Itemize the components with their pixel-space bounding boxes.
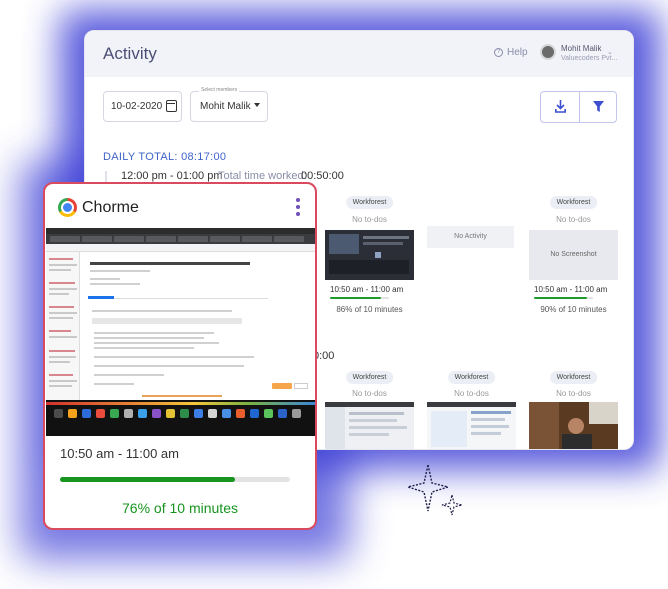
dock-app-icon (138, 409, 147, 418)
calendar-icon[interactable] (166, 100, 177, 112)
card-time-range: 10:50 am - 11:00 am (60, 446, 179, 461)
tile-todos: No to-dos (352, 389, 387, 398)
dock-app-icon (180, 409, 189, 418)
dock-app-icon (96, 409, 105, 418)
tile-time: 10:50 am - 11:00 am (330, 285, 404, 294)
download-icon (555, 100, 566, 113)
chevron-down-icon[interactable]: ⌄ (607, 48, 613, 56)
members-select[interactable]: Select members Mohit Malik (190, 87, 268, 122)
dock (46, 400, 315, 436)
card-progress (60, 477, 290, 482)
dock-app-icon (110, 409, 119, 418)
tile-time: 10:50 am - 11:00 am (534, 285, 608, 294)
tile-screenshot[interactable] (325, 230, 414, 280)
dock-app-icon (124, 409, 133, 418)
daily-total: DAILY TOTAL: 08:17:00 (103, 151, 227, 163)
page-title: Activity (103, 44, 157, 63)
screenshot-thumbnail (427, 402, 516, 449)
dock-app-icon (152, 409, 161, 418)
dock-app-icon (166, 409, 175, 418)
tile-app-badge: Workforest (549, 196, 598, 209)
avatar[interactable] (540, 44, 556, 60)
tile-screenshot[interactable] (529, 402, 618, 449)
help-label: Help (507, 47, 528, 58)
dock-stripe (46, 402, 315, 405)
dock-app-icon (54, 409, 63, 418)
dock-app-icon (292, 409, 301, 418)
screenshot-thumbnail (529, 402, 618, 449)
tile-screenshot[interactable]: No Screenshot (529, 230, 618, 280)
help-link[interactable]: ? Help (494, 47, 528, 58)
action-buttons (540, 91, 617, 123)
sparkle-icon (406, 464, 463, 516)
activity-tile[interactable]: Workforest No to-dos (325, 371, 414, 449)
tile-screenshot[interactable] (325, 402, 414, 449)
date-value: 10-02-2020 (111, 101, 163, 112)
user-name[interactable]: Mohit Malik (561, 44, 601, 53)
dock-app-icon (68, 409, 77, 418)
activity-tile[interactable]: Workforest No to-dos 10:50 am - 11:00 am… (325, 196, 414, 346)
no-activity-tile: No Activity (427, 226, 514, 248)
card-progress-fill (60, 477, 235, 482)
tile-app-badge: Workforest (345, 196, 394, 209)
tile-progress-fill (534, 297, 588, 299)
tile-app-badge: Workforest (345, 371, 394, 384)
dock-app-icon (194, 409, 203, 418)
tile-todos: No to-dos (556, 389, 591, 398)
activity-tile[interactable]: Workforest No to-dos (529, 371, 618, 449)
tile-progress (330, 297, 389, 299)
card-percent: 76% of 10 minutes (122, 500, 238, 516)
browser-tab-bar (46, 234, 315, 244)
dock-app-icon (264, 409, 273, 418)
tile-progress (534, 297, 593, 299)
members-value: Mohit Malik (200, 101, 251, 112)
activity-tile[interactable]: Workforest No to-dos (427, 371, 516, 449)
filter-icon (592, 101, 604, 112)
screenshot-main-pane (82, 252, 315, 400)
tile-app-badge: Workforest (549, 371, 598, 384)
screenshot-thumbnail (325, 402, 414, 449)
screenshot-sidebar (46, 252, 80, 400)
user-org: Valuecoders Pvt... (561, 55, 618, 62)
caret-down-icon (254, 103, 260, 107)
stage: Activity ? Help Mohit Malik Valuecoders … (0, 0, 668, 589)
tile-screenshot[interactable] (427, 402, 516, 449)
tile-progress-fill (330, 297, 381, 299)
activity-detail-card[interactable]: Chorme 10:50 am - 11:00 am 76% of 10 min… (43, 182, 317, 530)
activity-tile[interactable]: Workforest No to-dos No Screenshot 10:50… (529, 196, 618, 346)
tile-percent: 86% of 10 minutes (336, 305, 403, 314)
dock-app-icon (82, 409, 91, 418)
download-button[interactable] (541, 92, 579, 122)
tile-app-badge: Workforest (447, 371, 496, 384)
tile-todos: No to-dos (352, 215, 387, 224)
screenshot-thumbnail (325, 230, 414, 280)
date-picker[interactable]: 10-02-2020 (103, 91, 182, 122)
dock-app-icon (222, 409, 231, 418)
tile-percent: 90% of 10 minutes (540, 305, 607, 314)
slot-time: 12:00 pm - 01:00 pm (121, 170, 223, 182)
more-options-icon[interactable] (296, 198, 301, 218)
dock-app-icon (208, 409, 217, 418)
tile-todos: No to-dos (454, 389, 489, 398)
card-app-title: Chorme (82, 199, 139, 216)
slot-total-value: 00:50:00 (301, 170, 344, 182)
url-bar (46, 244, 315, 252)
card-screenshot[interactable] (46, 228, 315, 436)
filter-button[interactable] (578, 92, 617, 122)
help-icon: ? (494, 48, 503, 57)
dock-app-icon (278, 409, 287, 418)
dock-app-icon (236, 409, 245, 418)
dock-app-icon (250, 409, 259, 418)
slot-total-label: Total time worked: (218, 170, 307, 182)
members-legend: Select members (199, 87, 240, 93)
page-header: Activity ? Help Mohit Malik Valuecoders … (85, 31, 633, 77)
tile-todos: No to-dos (556, 215, 591, 224)
chrome-icon (58, 198, 77, 217)
